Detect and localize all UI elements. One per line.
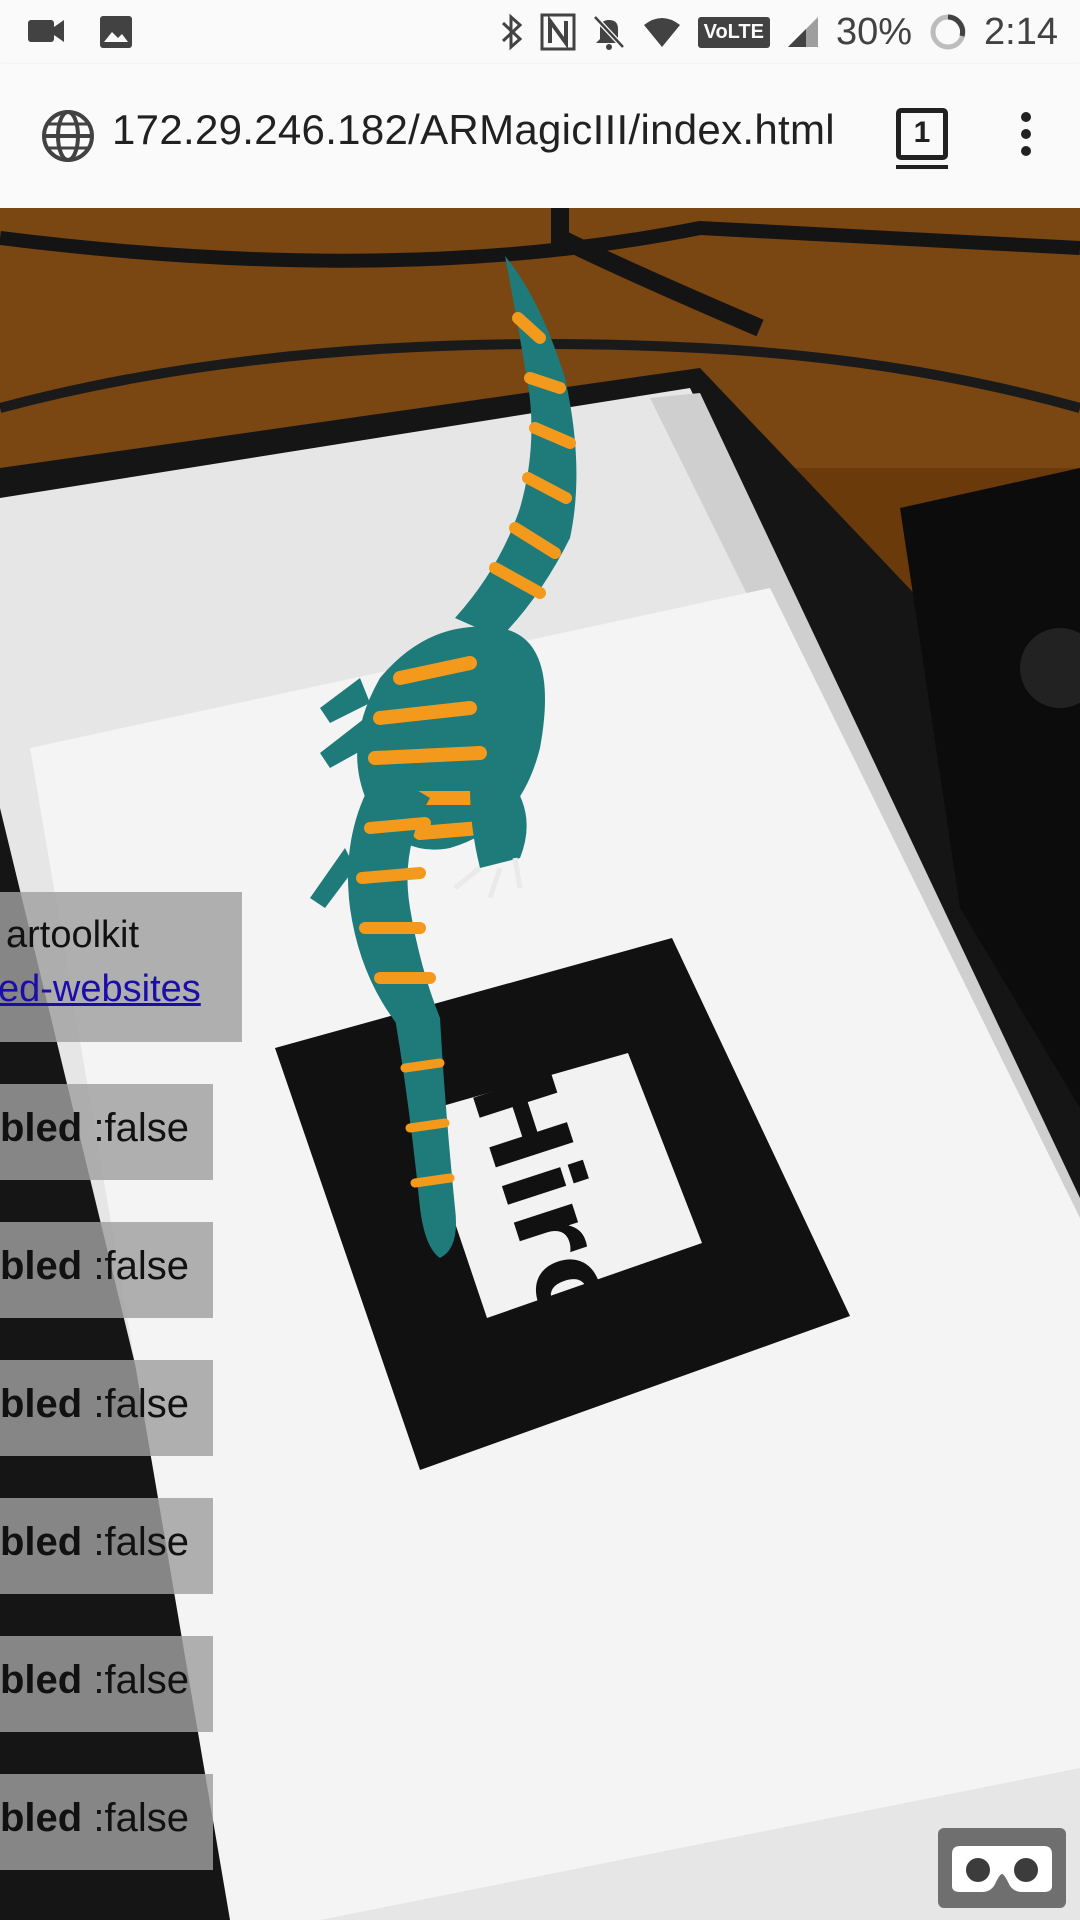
battery-icon bbox=[930, 14, 966, 50]
volte-icon: VoLTE bbox=[697, 16, 770, 48]
status-left-icons bbox=[26, 14, 134, 50]
info-panel-text: artoolkit bbox=[6, 914, 140, 956]
flag-text: bled :false bbox=[0, 1244, 189, 1288]
flag-row: bled :false bbox=[0, 1774, 213, 1870]
flag-text: bled :false bbox=[0, 1658, 189, 1702]
browser-toolbar: 172.29.246.182/ARMagicIII/index.html 1 bbox=[0, 64, 1080, 208]
ar-info-panel: artoolkit ed-websites bbox=[0, 892, 242, 1042]
clock: 2:14 bbox=[984, 10, 1058, 53]
status-bar: VoLTE 30% 2:14 bbox=[0, 0, 1080, 64]
overflow-menu-icon[interactable] bbox=[1014, 112, 1038, 164]
flag-row: bled :false bbox=[0, 1084, 213, 1180]
info-panel-link[interactable]: ed-websites bbox=[0, 968, 201, 1011]
flag-text: bled :false bbox=[0, 1382, 189, 1426]
nfc-icon bbox=[540, 13, 576, 51]
vr-mode-button[interactable] bbox=[938, 1828, 1066, 1908]
status-right-icons: VoLTE 30% 2:14 bbox=[500, 0, 1058, 64]
bluetooth-icon bbox=[501, 13, 522, 51]
flag-text: bled :false bbox=[0, 1520, 189, 1564]
flag-text: bled :false bbox=[0, 1106, 189, 1150]
flag-text: bled :false bbox=[0, 1796, 189, 1840]
battery-percent: 30% bbox=[835, 10, 913, 53]
mute-icon bbox=[592, 15, 625, 50]
video-camera-icon bbox=[28, 20, 64, 42]
flag-row: bled :false bbox=[0, 1360, 213, 1456]
flag-row: bled :false bbox=[0, 1222, 213, 1318]
tab-switcher-button[interactable]: 1 bbox=[896, 108, 948, 169]
vr-headset-icon bbox=[952, 1846, 1052, 1892]
signal-icon bbox=[787, 17, 818, 47]
wifi-icon bbox=[643, 18, 680, 47]
flag-row: bled :false bbox=[0, 1636, 213, 1732]
url-field[interactable]: 172.29.246.182/ARMagicIII/index.html bbox=[112, 106, 835, 154]
flag-row: bled :false bbox=[0, 1498, 213, 1594]
image-icon bbox=[100, 16, 132, 48]
ar-camera-view: Hiro artoolkit ed-websites bled:false b… bbox=[0, 208, 1080, 1920]
globe-icon[interactable] bbox=[40, 108, 96, 164]
